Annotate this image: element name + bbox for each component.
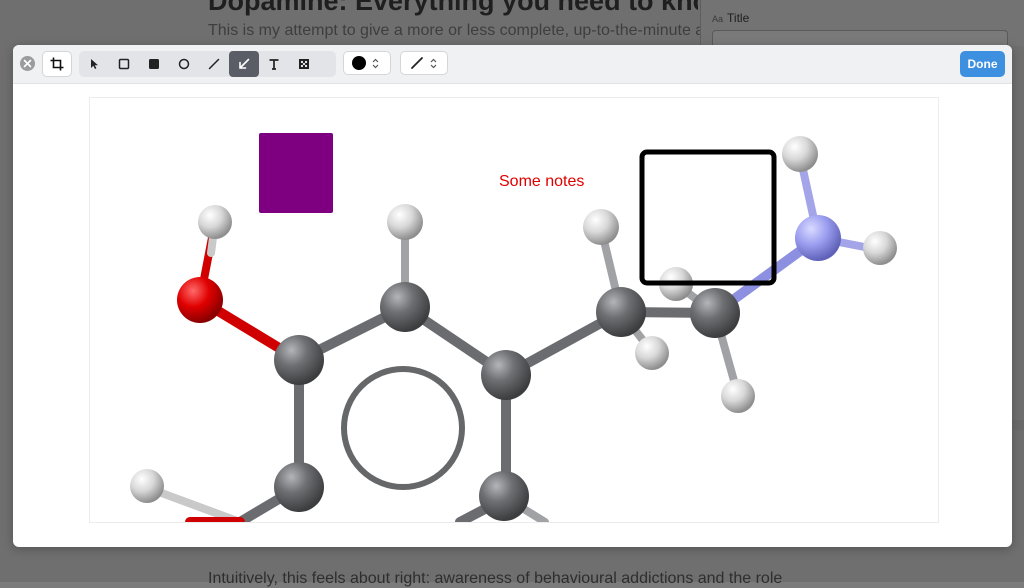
text-icon bbox=[269, 59, 279, 70]
rectangle-outline-icon bbox=[118, 58, 130, 70]
aromatic-ring bbox=[341, 366, 465, 490]
pixelate-tool-button[interactable] bbox=[289, 51, 319, 77]
text-annotation[interactable]: Some notes bbox=[499, 173, 584, 190]
pixelate-icon bbox=[299, 59, 309, 69]
line-tool-button[interactable] bbox=[199, 51, 229, 77]
molecule-bonds bbox=[144, 152, 884, 522]
crop-button[interactable] bbox=[42, 51, 72, 77]
image-canvas[interactable]: Some notes bbox=[89, 97, 939, 523]
ellipse-icon bbox=[178, 58, 190, 70]
chevron-updown-icon bbox=[372, 58, 379, 68]
ellipse-tool-button[interactable] bbox=[169, 51, 199, 77]
filled-square-annotation[interactable] bbox=[259, 133, 333, 213]
select-tool-button[interactable] bbox=[79, 51, 109, 77]
title-field-label-text: Title bbox=[727, 11, 750, 25]
stroke-width-picker[interactable] bbox=[400, 51, 448, 75]
cursor-icon bbox=[91, 59, 98, 69]
text-field-icon: Aa bbox=[712, 14, 724, 24]
rectangle-annotation[interactable] bbox=[639, 149, 777, 286]
color-swatch bbox=[352, 56, 366, 70]
article-subtitle: This is my attempt to give a more or les… bbox=[208, 22, 700, 39]
article-paragraph: Intuitively, this feels about right: awa… bbox=[208, 570, 783, 587]
line-icon bbox=[208, 58, 220, 70]
done-button[interactable]: Done bbox=[960, 51, 1005, 77]
filled-rectangle-tool-button[interactable] bbox=[139, 51, 169, 77]
crop-icon bbox=[50, 57, 64, 71]
editor-toolbar: Done bbox=[13, 45, 1012, 84]
article-title: Dopamine: Everything you need to know bbox=[208, 0, 698, 16]
title-field-label: Aa Title bbox=[712, 11, 749, 25]
text-tool-button[interactable] bbox=[259, 51, 289, 77]
color-picker[interactable] bbox=[343, 51, 391, 75]
rectangle-tool-button[interactable] bbox=[109, 51, 139, 77]
arrow-icon bbox=[239, 58, 250, 69]
arrow-tool-button[interactable] bbox=[229, 51, 259, 77]
side-scroll-stub bbox=[1010, 420, 1024, 430]
image-editor-modal: Done Some notes bbox=[13, 45, 1012, 547]
drawing-tools bbox=[79, 51, 336, 77]
close-button[interactable] bbox=[20, 56, 35, 71]
rectangle-filled-icon bbox=[149, 59, 159, 69]
stroke-width-icon bbox=[411, 57, 423, 69]
close-icon bbox=[23, 59, 32, 68]
chevron-updown-icon bbox=[430, 58, 437, 68]
dopamine-molecule-image: Some notes bbox=[130, 133, 897, 522]
